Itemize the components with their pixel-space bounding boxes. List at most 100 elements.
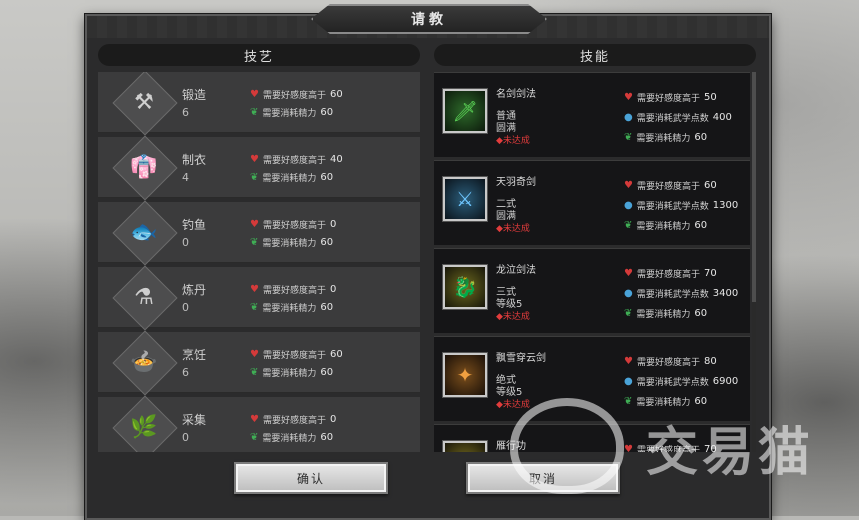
favor-requirement: ♥ 需要好感度高于 60 <box>250 349 343 361</box>
crafts-header: 技艺 <box>98 44 420 66</box>
craft-row-cooking[interactable]: 🍲 烹饪 6 ♥ 需要好感度高于 60 ❦ 需要消耗精力 60 <box>98 330 420 396</box>
stamina-requirement: ❦ 需要消耗精力 60 <box>250 302 334 314</box>
heart-icon: ♥ <box>250 219 259 230</box>
craft-name: 钓鱼 <box>182 218 207 232</box>
favor-requirement: ♥ 需要好感度高于 60 <box>250 89 343 101</box>
gathering-icon: 🌿 <box>130 414 158 440</box>
stamina-icon: ❦ <box>624 308 633 319</box>
cooking-icon: 🍲 <box>130 349 158 375</box>
stamina-icon: ❦ <box>624 220 633 231</box>
skill-name: 雁行功 <box>496 441 526 452</box>
favor-requirement: ♥ 需要好感度高于 0 <box>250 414 337 426</box>
skill-name: 龙泣剑法 <box>496 265 536 276</box>
points-requirement: ● 需要消耗武学点数 6900 <box>624 376 739 388</box>
craft-row-fishing[interactable]: 🐟 钓鱼 0 ♥ 需要好感度高于 0 ❦ 需要消耗精力 60 <box>98 200 420 266</box>
qinggong-icon: ✺ <box>443 441 487 452</box>
craft-name: 炼丹 <box>182 283 207 297</box>
stamina-icon: ❦ <box>250 237 259 248</box>
skill-row-1[interactable]: 🗡 名剑剑法 普通 圆满 ◆未达成 ♥ 需要好感度高于 50 ● 需要消耗武学点数 40… <box>434 72 750 157</box>
alchemy-icon: ⚗ <box>134 284 154 310</box>
forge-icon: ⚒ <box>134 89 154 115</box>
stamina-icon: ❦ <box>250 107 259 118</box>
favor-requirement: ♥ 需要好感度高于 0 <box>250 284 337 296</box>
skill-row-5[interactable]: ✺ 雁行功 ♥需要好感度高于70 <box>434 424 750 452</box>
craft-level: 0 <box>182 236 189 249</box>
tailoring-icon: 👘 <box>130 154 158 180</box>
skill-status: ◆未达成 <box>496 312 530 322</box>
points-requirement: ● 需要消耗武学点数 3400 <box>624 288 739 300</box>
heart-icon: ♥ <box>250 414 259 425</box>
skill-status: ◆未达成 <box>496 400 530 410</box>
dialog-title: 请教 <box>411 12 447 28</box>
skill-level: 等级5 <box>496 387 523 398</box>
skill-row-2[interactable]: ⚔ 天羽奇剑 二式 圆满 ◆未达成 ♥ 需要好感度高于 60 ● 需要消耗武学点数 13… <box>434 160 750 245</box>
craft-row-tailoring[interactable]: 👘 制衣 4 ♥ 需要好感度高于 40 ❦ 需要消耗精力 60 <box>98 135 420 201</box>
favor-requirement: ♥ 需要好感度高于 70 <box>624 268 717 280</box>
sword-art-green-icon: 🗡 <box>443 89 487 133</box>
craft-row-gathering[interactable]: 🌿 采集 0 ♥ 需要好感度高于 0 ❦ 需要消耗精力 60 <box>98 395 420 452</box>
craft-name: 烹饪 <box>182 348 207 362</box>
craft-level: 4 <box>182 171 189 184</box>
skill-list[interactable]: 🗡 名剑剑法 普通 圆满 ◆未达成 ♥ 需要好感度高于 50 ● 需要消耗武学点数 40… <box>434 72 750 452</box>
sword-art-orange-icon: ✦ <box>443 353 487 397</box>
craft-row-forging[interactable]: ⚒ 锻造 6 ♥ 需要好感度高于 60 ❦ 需要消耗精力 60 <box>98 72 420 136</box>
martial-points-icon: ● <box>624 376 633 387</box>
skill-status: ◆未达成 <box>496 136 530 146</box>
heart-icon: ♥ <box>624 268 633 279</box>
points-requirement: ● 需要消耗武学点数 400 <box>624 112 732 124</box>
craft-level: 0 <box>182 431 189 444</box>
stamina-requirement: ❦ 需要消耗精力 60 <box>250 172 334 184</box>
martial-points-icon: ● <box>624 200 633 211</box>
stamina-requirement: ❦ 需要消耗精力 60 <box>624 132 708 144</box>
stamina-requirement: ❦ 需要消耗精力 60 <box>250 107 334 119</box>
skill-name: 名剑剑法 <box>496 89 536 100</box>
craft-list[interactable]: ⚒ 锻造 6 ♥ 需要好感度高于 60 ❦ 需要消耗精力 60 👘 制衣 4 ♥ 需要好感… <box>98 72 420 452</box>
heart-icon: ♥ <box>624 356 633 367</box>
stamina-requirement: ❦ 需要消耗精力 60 <box>624 308 708 320</box>
stamina-requirement: ❦ 需要消耗精力 60 <box>250 367 334 379</box>
stamina-icon: ❦ <box>250 367 259 378</box>
skill-row-4[interactable]: ✦ 飘雪穿云剑 绝式 等级5 ◆未达成 ♥ 需要好感度高于 80 ● 需要消耗武学点数… <box>434 336 750 421</box>
favor-requirement: ♥ 需要好感度高于 40 <box>250 154 343 166</box>
craft-level: 0 <box>182 301 189 314</box>
stamina-icon: ❦ <box>250 302 259 313</box>
favor-requirement: ♥ 需要好感度高于 50 <box>624 92 717 104</box>
stamina-requirement: ❦ 需要消耗精力 60 <box>250 432 334 444</box>
cancel-button[interactable]: 取消 <box>466 462 620 494</box>
heart-icon: ♥ <box>250 89 259 100</box>
craft-row-alchemy[interactable]: ⚗ 炼丹 0 ♥ 需要好感度高于 0 ❦ 需要消耗精力 60 <box>98 265 420 331</box>
skill-name: 天羽奇剑 <box>496 177 536 188</box>
skill-level: 圆满 <box>496 211 516 222</box>
skills-header: 技能 <box>434 44 756 66</box>
sword-art-yellow-icon: 🐉 <box>443 265 487 309</box>
stamina-icon: ❦ <box>624 132 633 143</box>
crafts-header-label: 技艺 <box>243 49 274 65</box>
skill-list-scrollbar[interactable] <box>752 72 756 452</box>
heart-icon: ♥ <box>250 349 259 360</box>
heart-icon: ♥ <box>624 92 633 103</box>
skill-level: 圆满 <box>496 123 516 134</box>
craft-level: 6 <box>182 366 189 379</box>
favor-requirement: ♥ 需要好感度高于 70 <box>624 443 717 452</box>
favor-requirement: ♥ 需要好感度高于 60 <box>624 180 717 192</box>
favor-requirement: ♥ 需要好感度高于 0 <box>250 219 337 231</box>
heart-icon: ♥ <box>624 180 633 191</box>
confirm-button[interactable]: 确认 <box>234 462 388 494</box>
craft-level: 6 <box>182 106 189 119</box>
skills-header-label: 技能 <box>579 49 610 65</box>
skill-name: 飘雪穿云剑 <box>496 353 546 364</box>
stamina-icon: ❦ <box>624 396 633 407</box>
sword-art-blue-icon: ⚔ <box>443 177 487 221</box>
stamina-requirement: ❦ 需要消耗精力 60 <box>624 396 708 408</box>
martial-points-icon: ● <box>624 288 633 299</box>
craft-name: 制衣 <box>182 153 207 167</box>
craft-name: 采集 <box>182 413 207 427</box>
favor-requirement: ♥ 需要好感度高于 80 <box>624 356 717 368</box>
scrollbar-thumb[interactable] <box>752 72 756 302</box>
martial-points-icon: ● <box>624 112 633 123</box>
stamina-requirement: ❦ 需要消耗精力 60 <box>250 237 334 249</box>
skill-row-3[interactable]: 🐉 龙泣剑法 三式 等级5 ◆未达成 ♥ 需要好感度高于 70 ● 需要消耗武学点数 3… <box>434 248 750 333</box>
stamina-requirement: ❦ 需要消耗精力 60 <box>624 220 708 232</box>
heart-icon: ♥ <box>624 444 633 452</box>
dialog-title-plate: 请教 <box>311 4 547 34</box>
